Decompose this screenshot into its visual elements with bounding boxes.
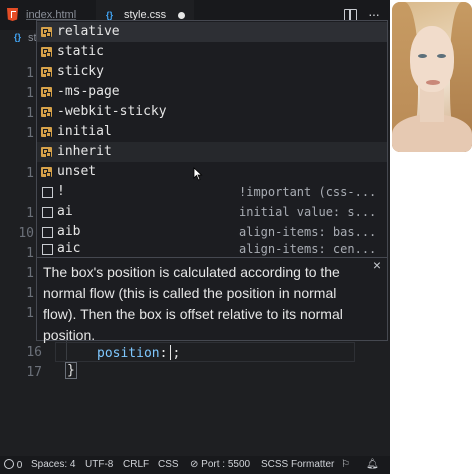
suggestion-label: inherit <box>57 144 112 159</box>
suggestion-item[interactable]: relative <box>37 22 387 42</box>
enum-value-icon <box>41 127 52 137</box>
suggestion-item[interactable]: -ms-page <box>37 82 387 102</box>
suggestion-item[interactable]: aic align-items: cen... <box>37 239 387 259</box>
encoding-status[interactable]: UTF-8 <box>85 459 113 470</box>
css-property: position <box>97 346 160 361</box>
broadcast-icon: ⊘ <box>190 459 199 470</box>
suggestion-detail: initial value: s... <box>239 205 377 219</box>
neck-shape <box>420 88 444 122</box>
eye-shape <box>418 54 427 58</box>
line-number: 1 <box>26 86 34 101</box>
unsaved-dot-icon[interactable] <box>178 12 185 19</box>
suggestion-label: initial <box>57 124 112 139</box>
line-number: 10 <box>18 226 34 241</box>
suggestion-detail: align-items: bas... <box>239 225 377 239</box>
mouse-pointer-icon <box>193 167 203 181</box>
suggestion-label: ! <box>57 184 65 199</box>
suggestion-item[interactable]: static <box>37 42 387 62</box>
suggestion-label: aic <box>57 241 81 256</box>
semicolon: ; <box>172 346 181 361</box>
snippet-icon <box>42 207 53 218</box>
enum-value-icon <box>41 47 52 57</box>
error-count: 0 <box>16 460 23 471</box>
line-number: 1 <box>26 206 34 221</box>
line-number: 1 <box>26 66 34 81</box>
suggestion-item[interactable]: ai initial value: s... <box>37 202 387 222</box>
live-server-status[interactable]: ⊘ Port : 5500 <box>190 459 250 470</box>
problems-indicator[interactable]: 0 <box>4 459 22 471</box>
suggestion-label: relative <box>57 24 120 39</box>
more-actions-icon[interactable]: ··· <box>368 7 380 21</box>
snippet-icon <box>42 187 53 198</box>
line-number: 1 <box>26 106 34 121</box>
line-number: 16 <box>26 345 42 360</box>
line-number: 1 <box>26 306 34 321</box>
suggestion-detail: !important (css-... <box>239 185 377 199</box>
snippet-icon <box>42 244 53 255</box>
status-bar: 0 Spaces: 4 UTF-8 CRLF CSS ⊘ Port : 5500… <box>0 456 390 474</box>
webcam-portrait-image <box>392 2 472 152</box>
colon: : <box>159 346 168 361</box>
suggestion-item[interactable]: inherit <box>37 142 387 162</box>
suggestion-item[interactable]: initial <box>37 122 387 142</box>
error-icon <box>4 459 14 469</box>
enum-value-icon <box>41 87 52 97</box>
close-icon[interactable]: × <box>373 257 381 273</box>
enum-value-icon <box>41 107 52 117</box>
enum-value-icon <box>41 167 52 177</box>
line-number: 1 <box>26 286 34 301</box>
line-number: 1 <box>26 166 34 181</box>
suggestion-label: ai <box>57 204 73 219</box>
suggestion-detail: align-items: cen... <box>239 242 377 256</box>
suggestion-label: unset <box>57 164 97 179</box>
suggestion-item[interactable]: ! !important (css-... <box>37 182 387 202</box>
lips-shape <box>426 80 440 85</box>
eol-status[interactable]: CRLF <box>123 459 149 470</box>
html5-icon <box>7 8 18 21</box>
formatter-status[interactable]: SCSS Formatter <box>261 459 334 470</box>
enum-value-icon <box>41 27 52 37</box>
css-file-icon: {} <box>14 32 22 42</box>
code-line-16[interactable]: position:; <box>97 345 180 361</box>
suggestion-item[interactable]: -webkit-sticky <box>37 102 387 122</box>
closing-brace[interactable]: } <box>65 362 77 379</box>
snippet-icon <box>42 227 53 238</box>
port-label: Port : 5500 <box>201 459 251 470</box>
language-mode[interactable]: CSS <box>158 459 179 470</box>
enum-value-icon <box>41 147 52 157</box>
suggestion-widget: relative static sticky -ms-page -webkit-… <box>36 20 388 258</box>
suggestion-label: static <box>57 44 104 59</box>
enum-value-icon <box>41 67 52 77</box>
suggestion-item[interactable]: unset <box>37 162 387 182</box>
suggestion-label: aib <box>57 224 81 239</box>
line-number: 17 <box>26 365 42 380</box>
line-number: 1 <box>26 266 34 281</box>
suggestion-label: -webkit-sticky <box>57 104 167 119</box>
suggestion-label: -ms-page <box>57 84 120 99</box>
indentation-status[interactable]: Spaces: 4 <box>31 459 75 470</box>
notifications-icon[interactable]: 🔔︎ <box>366 459 379 470</box>
suggestion-details-panel: The box's position is calculated accordi… <box>36 257 388 343</box>
line-number: 1 <box>26 246 34 261</box>
feedback-icon[interactable]: ⚐ <box>341 459 350 470</box>
documentation-text: The box's position is calculated accordi… <box>43 264 343 343</box>
eye-shape <box>437 54 446 58</box>
suggestion-item[interactable]: sticky <box>37 62 387 82</box>
line-number: 1 <box>26 126 34 141</box>
suggestion-label: sticky <box>57 64 104 79</box>
editor-window: index.html {} style.css ··· {} st 1 1 1 … <box>0 0 390 474</box>
